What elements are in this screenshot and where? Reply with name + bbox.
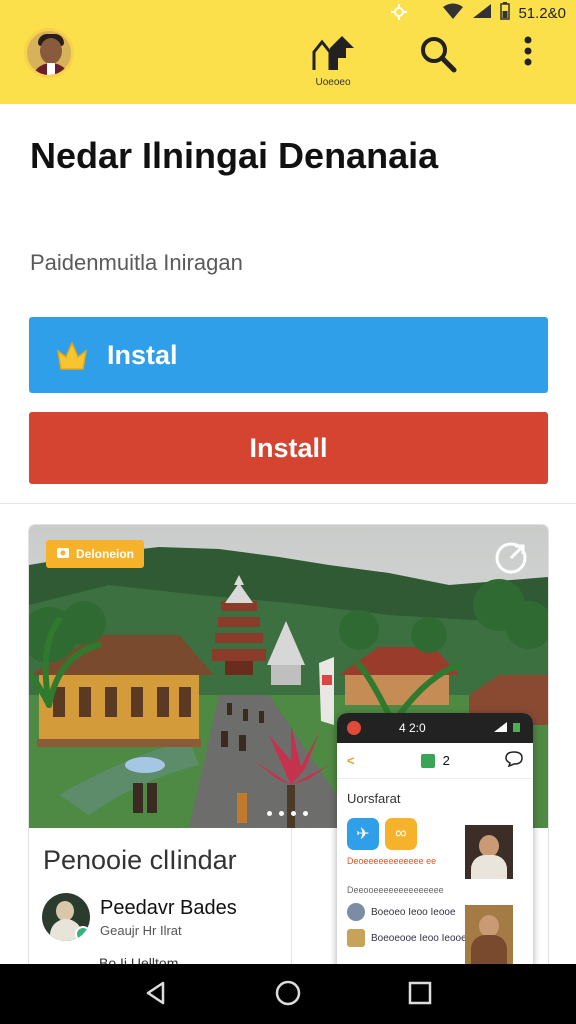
instal-button-label: Instal	[107, 339, 178, 370]
phone-heading: Uorsfarat	[347, 791, 401, 806]
more-vert-icon	[522, 34, 534, 73]
page-title: Nedar Ilningai Denanaia	[30, 135, 439, 176]
plane-app-icon: ✈	[347, 818, 379, 850]
author-avatar[interactable]	[42, 893, 90, 941]
phone-status-bar: 4 2:0	[337, 713, 533, 743]
external-link-icon[interactable]	[494, 541, 528, 580]
wifi-icon	[442, 3, 464, 23]
phone-thumbnail-image-2	[465, 905, 513, 971]
chevron-icon: <	[347, 753, 355, 768]
phone-toolbar: < 2	[337, 743, 533, 779]
back-icon	[143, 980, 169, 1009]
home-button[interactable]	[268, 974, 308, 1014]
verified-badge-icon	[75, 926, 90, 941]
category-badge: Deloneion	[46, 540, 145, 568]
home-icon	[274, 979, 302, 1010]
phone-list-row: Boeoeooe Ieoo Ieooe	[347, 929, 467, 947]
card-caption-title: Penooie clIindar	[43, 845, 237, 875]
author-name[interactable]: Peedavr Bades	[100, 897, 237, 920]
overflow-menu-button[interactable]	[522, 34, 534, 73]
phone-list: Deeooeeeeeeeeeeeeee Boeoeo Ieoo Ieooe Bo…	[347, 885, 467, 947]
card-divider	[291, 828, 292, 975]
recents-icon	[407, 980, 433, 1009]
phone-mockup: 4 2:0 < 2 Uorsfarat ✈ ∞ Deoeeeeeeeeeeee …	[337, 713, 533, 975]
image-icon	[347, 929, 365, 947]
status-bar: 51.2&0	[390, 2, 566, 24]
link-app-icon: ∞	[385, 818, 417, 850]
share-label: Uoeoeo	[315, 77, 351, 88]
feature-card[interactable]: Deloneion Penooie clIindar Peedavr Bades…	[29, 525, 548, 975]
phone-list-header: Deeooeeeeeeeeeeeeee	[347, 885, 444, 895]
install-button-label: Install	[249, 432, 328, 463]
phone-list-row: Boeoeo Ieoo Ieooe	[347, 903, 467, 921]
carousel-dot[interactable]	[303, 811, 308, 816]
instal-button[interactable]: Instal	[29, 317, 548, 393]
system-nav-bar	[0, 964, 576, 1024]
carousel-dots[interactable]	[267, 811, 308, 816]
search-icon	[418, 34, 458, 77]
author-subtitle: Geaujr Hr Ilrat	[100, 923, 182, 938]
record-icon	[347, 721, 361, 735]
phone-signal-icon	[493, 721, 523, 736]
green-square-icon	[420, 753, 435, 768]
phone-toolbar-count: 2	[442, 753, 450, 768]
share-icon	[308, 34, 358, 75]
phone-status-time: 4 2:0	[399, 721, 426, 735]
badge-icon	[56, 547, 70, 562]
star-icon	[55, 339, 89, 371]
person-icon	[347, 903, 365, 921]
carousel-dot[interactable]	[267, 811, 272, 816]
carousel-dot[interactable]	[279, 811, 284, 816]
status-time: 51.2&0	[518, 4, 566, 22]
phone-row-label: Boeoeooe Ieoo Ieooe	[371, 932, 467, 944]
share-button[interactable]: Uoeoeo	[308, 34, 358, 88]
recents-button[interactable]	[400, 974, 440, 1014]
chat-bubble-icon	[505, 751, 523, 770]
signal-icon	[472, 3, 492, 23]
carousel-dot[interactable]	[291, 811, 296, 816]
phone-row-label: Boeoeo Ieoo Ieooe	[371, 906, 456, 918]
back-button[interactable]	[136, 974, 176, 1014]
badge-label: Deloneion	[76, 547, 135, 561]
phone-thumbnail-image	[465, 825, 513, 879]
install-button[interactable]: Install	[29, 412, 548, 484]
header-card: Nedar Ilningai Denanaia Paidenmuitla Ini…	[0, 104, 576, 504]
profile-avatar[interactable]	[24, 28, 74, 78]
page-subtitle: Paidenmuitla Iniragan	[30, 250, 243, 275]
search-button[interactable]	[418, 34, 458, 77]
top-app-bar: 51.2&0 Uoeoeo	[0, 0, 576, 104]
battery-icon	[500, 2, 511, 24]
settings-icon	[390, 3, 408, 23]
